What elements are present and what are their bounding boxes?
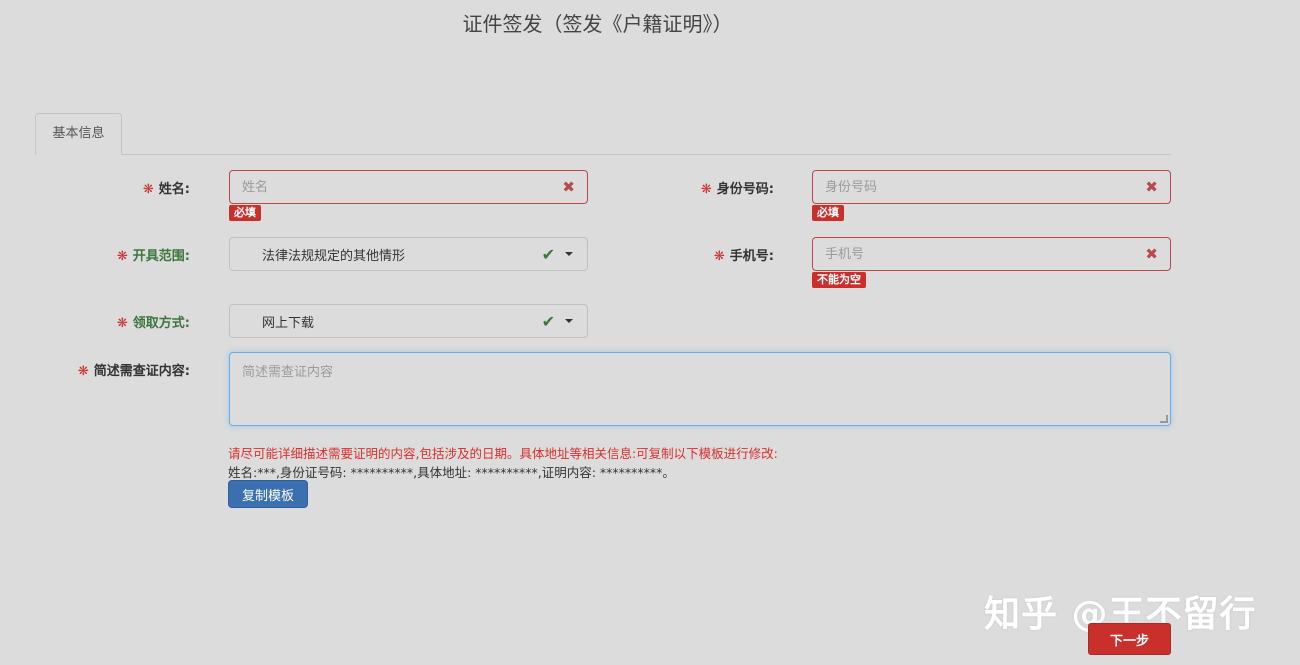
error-x-icon: ✖	[562, 178, 575, 196]
error-x-icon: ✖	[1145, 178, 1158, 196]
description-label: ❋ 简述需查证内容:	[77, 364, 190, 379]
tab-bar: 基本信息	[35, 113, 1171, 155]
phone-input[interactable]	[825, 246, 1140, 262]
scope-select[interactable]: 法律法规规定的其他情形 ✔	[229, 237, 588, 271]
description-textarea[interactable]	[230, 353, 1170, 425]
check-icon: ✔	[541, 244, 555, 264]
next-button[interactable]: 下一步	[1088, 623, 1171, 655]
pickup-label: ❋ 领取方式:	[116, 316, 190, 331]
phone-label: ❋ 手机号:	[713, 249, 774, 264]
name-label: ❋ 姓名:	[142, 182, 190, 197]
chevron-down-icon	[565, 319, 573, 323]
phone-error-badge: 不能为空	[812, 272, 866, 288]
name-error-badge: 必填	[229, 205, 261, 221]
pickup-select[interactable]: 网上下载 ✔	[229, 304, 588, 338]
required-star-icon: ❋	[713, 249, 725, 264]
required-star-icon: ❋	[116, 316, 128, 331]
template-hint: 姓名:***,身份证号码: **********,具体地址: *********…	[228, 465, 675, 480]
id-number-input[interactable]	[825, 179, 1140, 195]
id-number-error-badge: 必填	[812, 205, 844, 221]
name-field[interactable]: ✖	[229, 170, 588, 204]
copy-template-button[interactable]: 复制模板	[228, 480, 308, 508]
required-star-icon: ❋	[700, 182, 712, 197]
scope-selected-value: 法律法规规定的其他情形	[262, 248, 406, 264]
check-icon: ✔	[541, 311, 555, 331]
resize-handle-icon[interactable]	[1160, 415, 1168, 423]
name-input[interactable]	[242, 179, 557, 195]
description-field[interactable]	[229, 352, 1171, 426]
required-star-icon: ❋	[142, 182, 154, 197]
pickup-selected-value: 网上下载	[262, 315, 315, 331]
instruction-hint: 请尽可能详细描述需要证明的内容,包括涉及的日期。具体地址等相关信息:可复制以下模…	[228, 446, 778, 461]
error-x-icon: ✖	[1145, 245, 1158, 263]
scope-label: ❋ 开具范围:	[116, 249, 190, 264]
required-star-icon: ❋	[116, 249, 128, 264]
required-star-icon: ❋	[77, 364, 89, 379]
page-title: 证件签发（签发《户籍证明》）	[462, 12, 733, 36]
id-number-label: ❋ 身份号码:	[700, 182, 774, 197]
phone-field[interactable]: ✖	[812, 237, 1171, 271]
tab-basic-info[interactable]: 基本信息	[35, 113, 122, 155]
chevron-down-icon	[565, 252, 573, 256]
id-number-field[interactable]: ✖	[812, 170, 1171, 204]
